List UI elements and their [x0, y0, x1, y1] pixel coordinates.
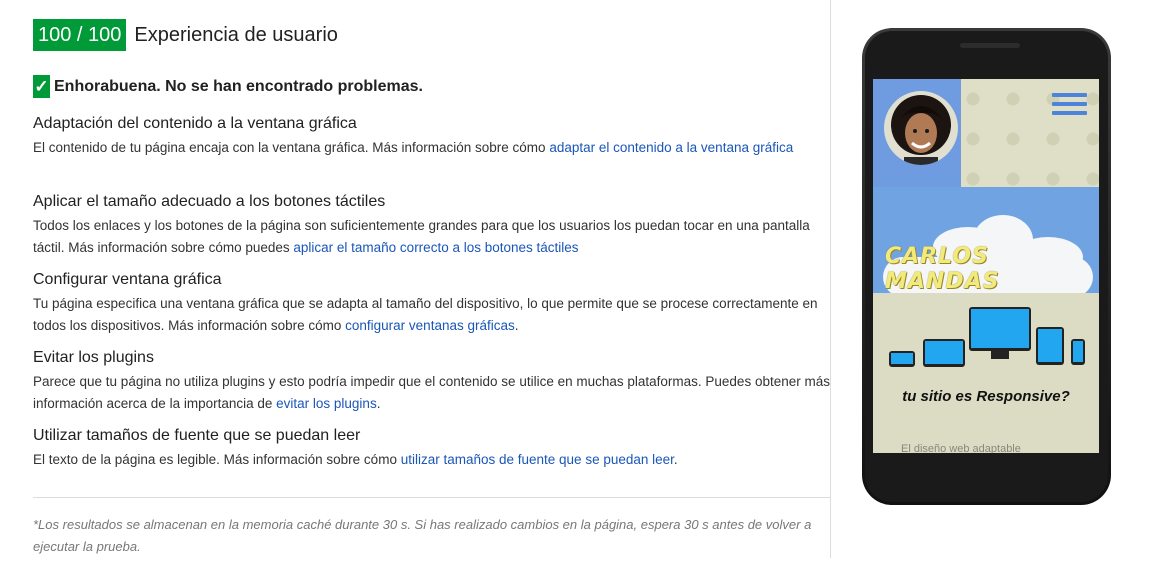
tablet-landscape-icon — [889, 351, 915, 367]
rule-text: El contenido de tu página encaja con la … — [33, 140, 550, 155]
preview-content: tu sitio es Responsive? El diseño web ad… — [873, 293, 1099, 453]
phone-screen-preview: CARLOS MANDAS tu sitio es Responsive? El… — [873, 79, 1099, 453]
preview-cut-text: El diseño web adaptable — [901, 443, 1021, 453]
preview-tagline: tu sitio es Responsive? — [902, 388, 1070, 405]
rule-text: El texto de la página es legible. Más in… — [33, 452, 401, 467]
rule-item: Adaptación del contenido a la ventana gr… — [33, 114, 830, 159]
rule-description: Todos los enlaces y los botones de la pá… — [33, 215, 830, 259]
column-divider — [830, 0, 831, 558]
rule-title: Evitar los plugins — [33, 349, 154, 366]
rule-description: El texto de la página es legible. Más in… — [33, 449, 830, 471]
rule-item: Configurar ventana gráfica Tu página esp… — [33, 270, 830, 337]
rule-description: Parece que tu página no utiliza plugins … — [33, 371, 830, 415]
tablet-icon — [1036, 327, 1064, 365]
rule-title: Aplicar el tamaño adecuado a los botones… — [33, 193, 386, 210]
rule-text-end: . — [514, 318, 519, 333]
rule-link[interactable]: aplicar el tamaño correcto a los botones… — [293, 240, 578, 255]
rule-link[interactable]: adaptar el contenido a la ventana gráfic… — [549, 140, 793, 155]
rule-description: Tu página especifica una ventana gráfica… — [33, 293, 830, 337]
rule-link[interactable]: utilizar tamaños de fuente que se puedan… — [401, 452, 674, 467]
check-icon: ✓ — [33, 75, 50, 98]
preview-banner: CARLOS MANDAS — [873, 187, 1099, 293]
rule-text-end: . — [376, 396, 381, 411]
phone-earpiece — [960, 43, 1020, 48]
rule-link[interactable]: configurar ventanas gráficas — [345, 318, 515, 333]
rule-item: Utilizar tamaños de fuente que se puedan… — [33, 426, 830, 471]
preview-logo: CARLOS MANDAS — [885, 244, 1000, 293]
laptop-icon — [923, 339, 965, 367]
avatar — [884, 91, 958, 165]
monitor-stand — [991, 351, 1009, 359]
divider — [33, 497, 830, 498]
hamburger-menu-icon[interactable] — [1052, 93, 1087, 120]
rule-title: Adaptación del contenido a la ventana gr… — [33, 115, 357, 132]
summary-text: Enhorabuena. No se han encontrado proble… — [54, 77, 423, 95]
category-header: 100 / 100 Experiencia de usuario — [33, 19, 338, 51]
preview-topbar — [873, 79, 1099, 187]
results-panel: 100 / 100 Experiencia de usuario ✓ Enhor… — [33, 0, 830, 581]
score-badge: 100 / 100 — [33, 19, 127, 51]
rule-text: Parece que tu página no utiliza plugins … — [33, 374, 830, 411]
rule-item: Evitar los plugins Parece que tu página … — [33, 348, 830, 415]
rule-link[interactable]: evitar los plugins — [276, 396, 377, 411]
category-title: Experiencia de usuario — [134, 23, 338, 46]
rule-text-end: . — [673, 452, 678, 467]
preview-avatar-box — [873, 79, 961, 187]
rule-item: Aplicar el tamaño adecuado a los botones… — [33, 192, 830, 259]
rule-title: Configurar ventana gráfica — [33, 271, 222, 288]
smartphone-icon — [1071, 339, 1085, 365]
summary-row: ✓ Enhorabuena. No se han encontrado prob… — [33, 75, 423, 98]
rule-title: Utilizar tamaños de fuente que se puedan… — [33, 427, 361, 444]
cache-note: *Los resultados se almacenan en la memor… — [33, 517, 812, 554]
rule-description: El contenido de tu página encaja con la … — [33, 137, 830, 159]
desktop-monitor-icon — [969, 307, 1031, 351]
phone-frame: CARLOS MANDAS tu sitio es Responsive? El… — [862, 28, 1111, 505]
